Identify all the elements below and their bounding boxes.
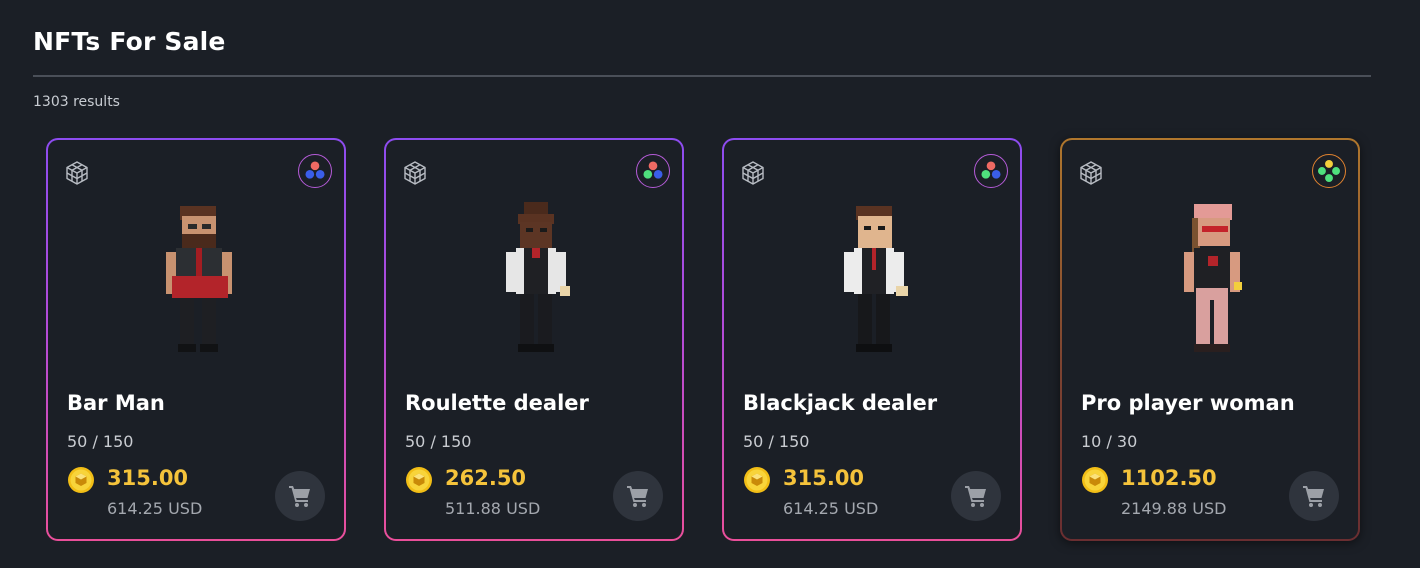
blackjack-dealer-avatar: [844, 206, 908, 352]
shopping-cart-icon: [965, 486, 986, 507]
add-to-cart-button[interactable]: [613, 471, 663, 521]
results-count: 1303 results: [33, 94, 120, 110]
pro-player-woman-avatar: [1184, 204, 1242, 352]
cube-wireframe-icon: [63, 159, 91, 187]
nft-price: 262.50: [445, 466, 527, 490]
add-to-cart-button[interactable]: [275, 471, 325, 521]
nft-grid: Bar Man 50 / 150 315.00 614.25 USD Roule…: [46, 138, 1360, 541]
shopping-cart-icon: [289, 486, 310, 507]
nft-usd-price: 614.25 USD: [783, 499, 879, 518]
nft-card-body: Roulette dealer 50 / 150 262.50 511.88 U…: [386, 140, 682, 539]
header-divider: [33, 75, 1371, 77]
nft-card-body: Bar Man 50 / 150 315.00 614.25 USD: [48, 140, 344, 539]
nft-supply: 50 / 150: [743, 432, 810, 451]
nft-price: 1102.50: [1121, 466, 1217, 490]
roulette-dealer-avatar: [506, 202, 570, 352]
rarity-dots-icon: [974, 154, 1008, 188]
nft-price: 315.00: [783, 466, 865, 490]
gold-coin-icon: [67, 466, 95, 494]
nft-card[interactable]: Bar Man 50 / 150 315.00 614.25 USD: [46, 138, 346, 541]
nft-usd-price: 2149.88 USD: [1121, 499, 1227, 518]
nft-card[interactable]: Blackjack dealer 50 / 150 315.00 614.25 …: [722, 138, 1022, 541]
gold-coin-icon: [1081, 466, 1109, 494]
cube-wireframe-icon: [401, 159, 429, 187]
nft-name: Pro player woman: [1081, 391, 1295, 415]
nft-supply: 50 / 150: [405, 432, 472, 451]
nft-supply: 10 / 30: [1081, 432, 1138, 451]
nft-usd-price: 614.25 USD: [107, 499, 203, 518]
nft-card[interactable]: Roulette dealer 50 / 150 262.50 511.88 U…: [384, 138, 684, 541]
bartender-avatar: [166, 206, 232, 352]
nft-price: 315.00: [107, 466, 189, 490]
add-to-cart-button[interactable]: [1289, 471, 1339, 521]
cube-wireframe-icon: [1077, 159, 1105, 187]
shopping-cart-icon: [627, 486, 648, 507]
nft-name: Roulette dealer: [405, 391, 589, 415]
nft-name: Blackjack dealer: [743, 391, 938, 415]
rarity-dots-icon: [636, 154, 670, 188]
rarity-dots-icon: [1312, 154, 1346, 188]
add-to-cart-button[interactable]: [951, 471, 1001, 521]
nft-supply: 50 / 150: [67, 432, 134, 451]
rarity-dots-icon: [298, 154, 332, 188]
shopping-cart-icon: [1303, 486, 1324, 507]
page-title: NFTs For Sale: [33, 27, 226, 56]
nft-card-body: Pro player woman 10 / 30 1102.50 2149.88…: [1062, 140, 1358, 539]
nft-name: Bar Man: [67, 391, 165, 415]
cube-wireframe-icon: [739, 159, 767, 187]
nft-usd-price: 511.88 USD: [445, 499, 541, 518]
gold-coin-icon: [405, 466, 433, 494]
gold-coin-icon: [743, 466, 771, 494]
nft-card[interactable]: Pro player woman 10 / 30 1102.50 2149.88…: [1060, 138, 1360, 541]
nft-card-body: Blackjack dealer 50 / 150 315.00 614.25 …: [724, 140, 1020, 539]
